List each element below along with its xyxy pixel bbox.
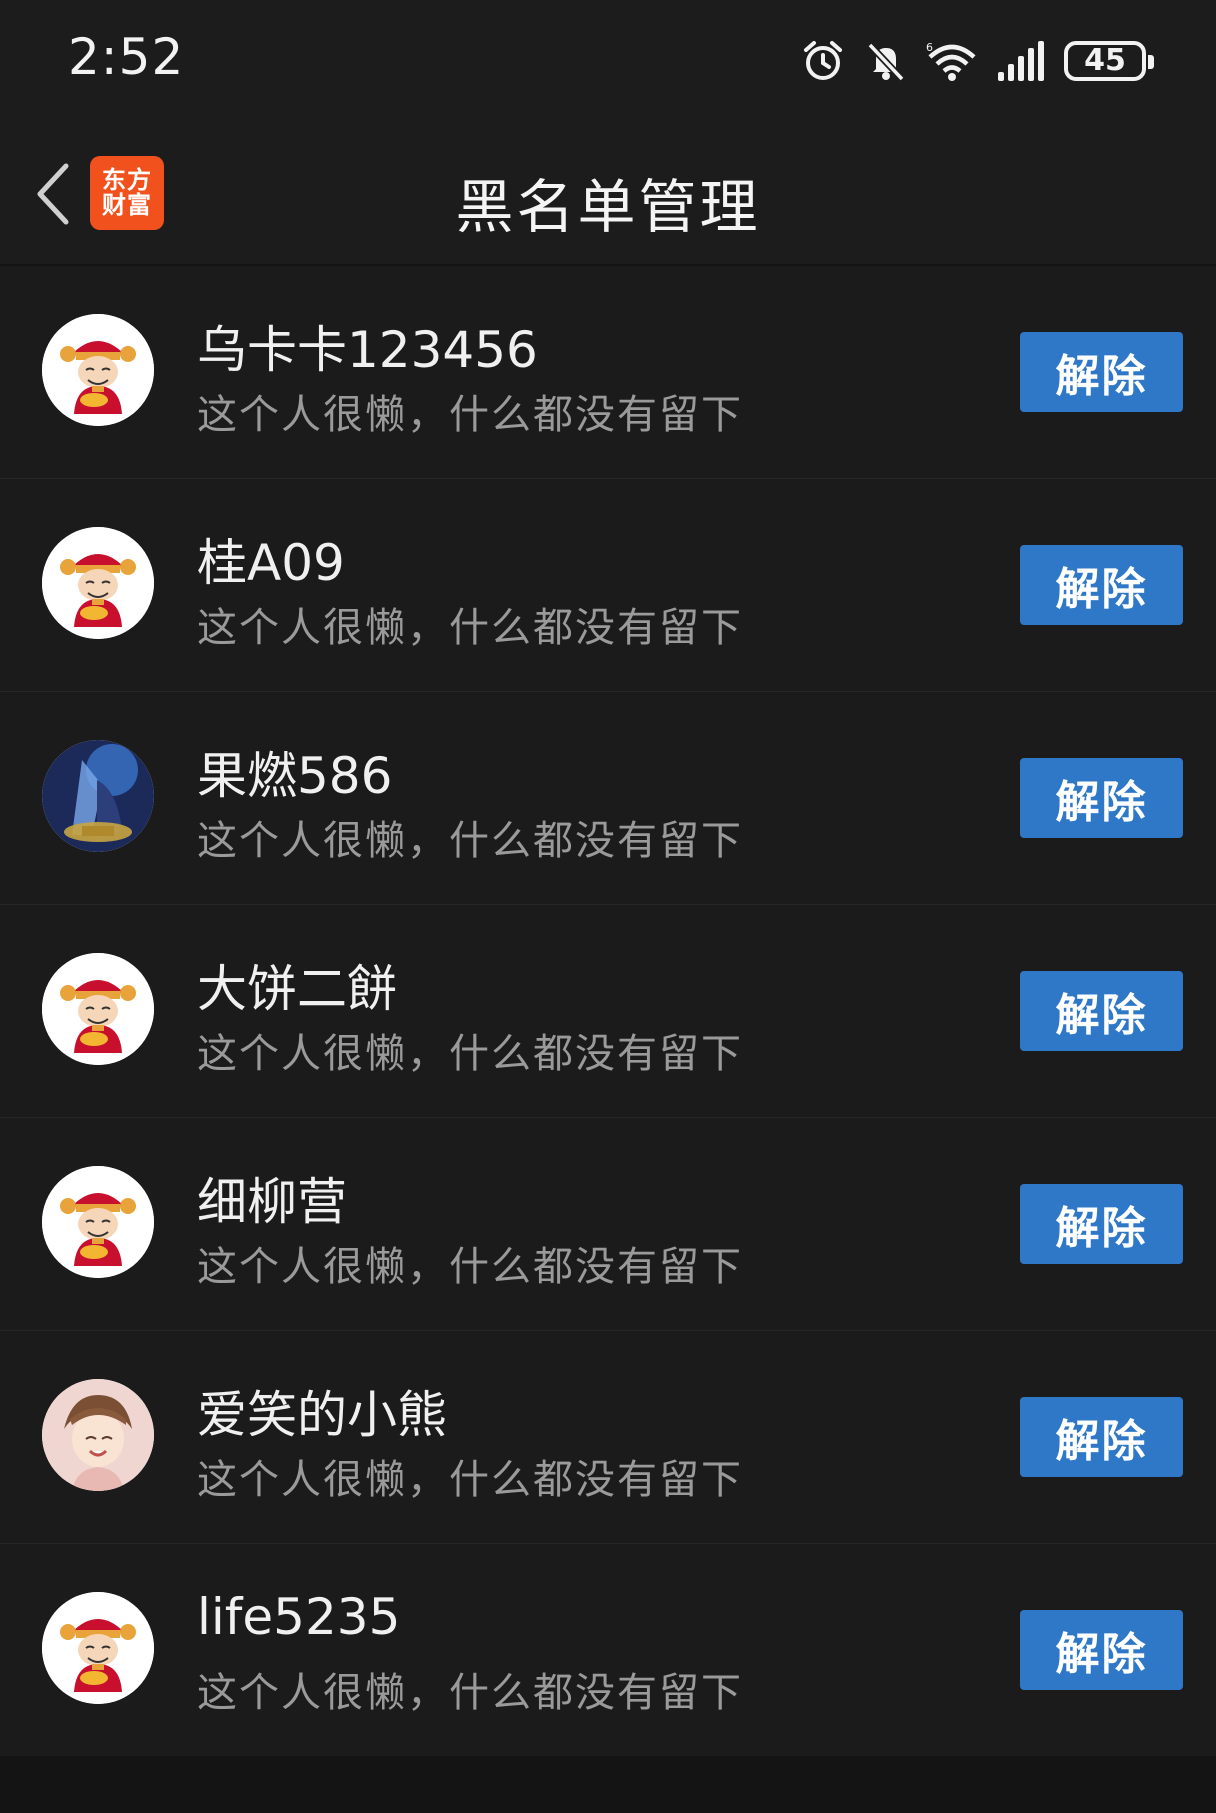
list-item: 细柳营 这个人很懒，什么都没有留下 解除 bbox=[0, 1118, 1216, 1331]
user-bio: 这个人很懒，什么都没有留下 bbox=[197, 1244, 743, 1290]
remove-button[interactable]: 解除 bbox=[1020, 332, 1183, 412]
user-bio: 这个人很懒，什么都没有留下 bbox=[197, 1457, 743, 1503]
blacklist: 乌卡卡123456 这个人很懒，什么都没有留下 解除 桂A09 这个人很懒，什么… bbox=[0, 266, 1216, 1757]
alarm-icon bbox=[800, 38, 846, 84]
user-name: 大饼二餅 bbox=[197, 960, 397, 1018]
remove-button[interactable]: 解除 bbox=[1020, 545, 1183, 625]
svg-text:6: 6 bbox=[926, 41, 933, 54]
bell-muted-icon bbox=[864, 39, 908, 83]
user-name: 桂A09 bbox=[197, 534, 345, 592]
battery-level: 45 bbox=[1084, 43, 1126, 78]
user-bio: 这个人很懒，什么都没有留下 bbox=[197, 1670, 743, 1716]
avatar[interactable] bbox=[42, 1379, 154, 1491]
user-name: 乌卡卡123456 bbox=[197, 321, 538, 379]
avatar[interactable] bbox=[42, 953, 154, 1065]
list-item: 乌卡卡123456 这个人很懒，什么都没有留下 解除 bbox=[0, 266, 1216, 479]
list-item: 大饼二餅 这个人很懒，什么都没有留下 解除 bbox=[0, 905, 1216, 1118]
avatar[interactable] bbox=[42, 527, 154, 639]
signal-icon bbox=[996, 40, 1046, 82]
user-name: 细柳营 bbox=[197, 1173, 347, 1231]
remove-button[interactable]: 解除 bbox=[1020, 1610, 1183, 1690]
page-title: 黑名单管理 bbox=[455, 173, 761, 241]
status-bar: 2:52 6 45 bbox=[0, 0, 1216, 124]
user-bio: 这个人很懒，什么都没有留下 bbox=[197, 605, 743, 651]
user-bio: 这个人很懒，什么都没有留下 bbox=[197, 392, 743, 438]
avatar[interactable] bbox=[42, 314, 154, 426]
list-item: 爱笑的小熊 这个人很懒，什么都没有留下 解除 bbox=[0, 1331, 1216, 1544]
user-bio: 这个人很懒，什么都没有留下 bbox=[197, 818, 743, 864]
battery-icon: 45 bbox=[1064, 41, 1154, 81]
user-name: life5235 bbox=[197, 1588, 401, 1646]
empty-background bbox=[0, 1756, 1216, 1813]
remove-button[interactable]: 解除 bbox=[1020, 758, 1183, 838]
user-bio: 这个人很懒，什么都没有留下 bbox=[197, 1031, 743, 1077]
remove-button[interactable]: 解除 bbox=[1020, 971, 1183, 1051]
user-name: 爱笑的小熊 bbox=[197, 1386, 447, 1444]
remove-button[interactable]: 解除 bbox=[1020, 1184, 1183, 1264]
wifi-icon: 6 bbox=[926, 39, 978, 83]
top-navigation-bar: 东方 财富 黑名单管理 bbox=[0, 124, 1216, 264]
avatar[interactable] bbox=[42, 740, 154, 852]
avatar[interactable] bbox=[42, 1166, 154, 1278]
list-item: life5235 这个人很懒，什么都没有留下 解除 bbox=[0, 1544, 1216, 1757]
user-name: 果燃586 bbox=[197, 747, 393, 805]
status-time: 2:52 bbox=[68, 28, 185, 86]
status-icons: 6 45 bbox=[800, 36, 1154, 86]
list-item: 桂A09 这个人很懒，什么都没有留下 解除 bbox=[0, 479, 1216, 692]
remove-button[interactable]: 解除 bbox=[1020, 1397, 1183, 1477]
list-item: 果燃586 这个人很懒，什么都没有留下 解除 bbox=[0, 692, 1216, 905]
avatar[interactable] bbox=[42, 1592, 154, 1704]
